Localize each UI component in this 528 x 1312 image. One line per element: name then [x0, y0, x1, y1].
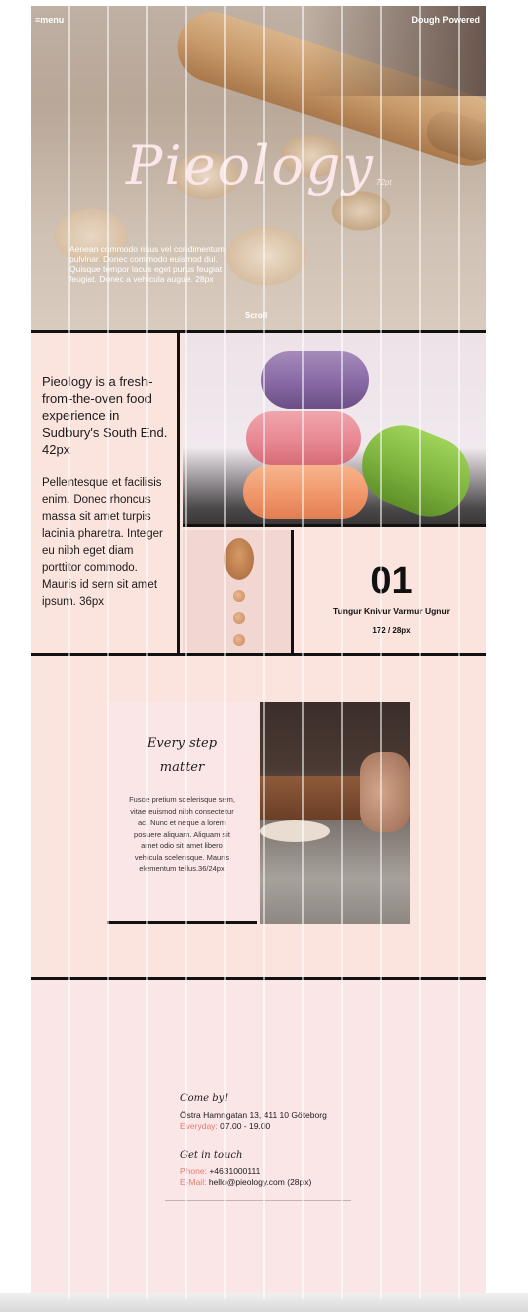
contact-divider: [165, 1200, 351, 1201]
baking-dough: [260, 820, 330, 842]
macaron-orange: [243, 465, 368, 519]
intro-text-panel: Pieology is a fresh-from-the-oven food e…: [31, 333, 180, 653]
hero-title-size: 72pt: [376, 178, 392, 187]
feature-card: Every step matter Fusce pretium sceleris…: [107, 702, 257, 924]
contact-section: Come by! Östra Hamngatan 13, 411 10 Göte…: [31, 980, 486, 1299]
croissant: [224, 538, 254, 580]
baking-rolling-pin: [260, 776, 365, 820]
address: Östra Hamngatan 13, 411 10 Göteborg: [180, 1110, 327, 1120]
email: E-Mail: hello@pieology.com (28px): [180, 1177, 311, 1187]
feature-body: Fusce pretium scelerisque sem, vitae eui…: [129, 795, 235, 873]
croissant-image: [183, 530, 294, 653]
pastry-dot: [233, 634, 245, 646]
opening-hours: Everyday: 07.00 - 19.00: [180, 1121, 270, 1131]
macaron-purple: [261, 351, 369, 409]
feature-heading-line2: matter: [159, 760, 205, 775]
pastry-dot: [233, 590, 245, 602]
feature-heading: Every step matter: [107, 732, 257, 780]
email-value[interactable]: hello@pieology.com: [209, 1177, 285, 1187]
intro-heading: Pieology is a fresh-from-the-oven food e…: [42, 374, 168, 457]
email-size: (28px): [287, 1177, 312, 1187]
macaron-image: [183, 333, 486, 529]
stat-label: Tungur Knivur Varmur Ugnur: [333, 606, 450, 616]
scroll-link[interactable]: Scroll: [245, 311, 267, 320]
baking-hand: [360, 752, 410, 832]
intro-section: Pieology is a fresh-from-the-oven food e…: [31, 330, 486, 656]
email-key: E-Mail:: [180, 1177, 207, 1187]
hero-text: Aenean commodo risus vel condimentum pul…: [69, 244, 225, 284]
feature-heading-line1: Every step: [146, 736, 218, 751]
window-bottom: [0, 1293, 528, 1312]
feature-section: Every step matter Fusce pretium sceleris…: [31, 656, 486, 980]
macaron-green: [350, 413, 482, 529]
hero-section: ≡menu Dough Powered Pieology 72pt Aenean…: [31, 6, 486, 330]
pastry-dot: [233, 612, 245, 624]
macaron-pink: [246, 411, 361, 465]
page: ≡menu Dough Powered Pieology 72pt Aenean…: [31, 6, 486, 1299]
phone-key: Phone:: [180, 1166, 207, 1176]
hours-key: Everyday:: [180, 1121, 218, 1131]
visit-heading: Come by!: [180, 1093, 229, 1104]
baking-image: [260, 702, 410, 924]
brand-tagline: Dough Powered: [411, 15, 480, 25]
hero-title: Pieology: [126, 134, 375, 197]
stat-panel: 01 Tungur Knivur Varmur Ugnur 172 / 28px: [297, 530, 486, 653]
phone: Phone: +4631000111: [180, 1166, 260, 1176]
menu-button[interactable]: ≡menu: [35, 15, 64, 25]
hours-value: 07.00 - 19.00: [220, 1121, 271, 1131]
touch-heading: Get in touch: [180, 1150, 243, 1161]
stat-size: 172 / 28px: [372, 626, 411, 635]
intro-body: Pellentesque et facilisis enim. Donec rh…: [42, 477, 163, 608]
phone-value[interactable]: +4631000111: [209, 1166, 260, 1176]
stat-number: 01: [370, 560, 413, 602]
